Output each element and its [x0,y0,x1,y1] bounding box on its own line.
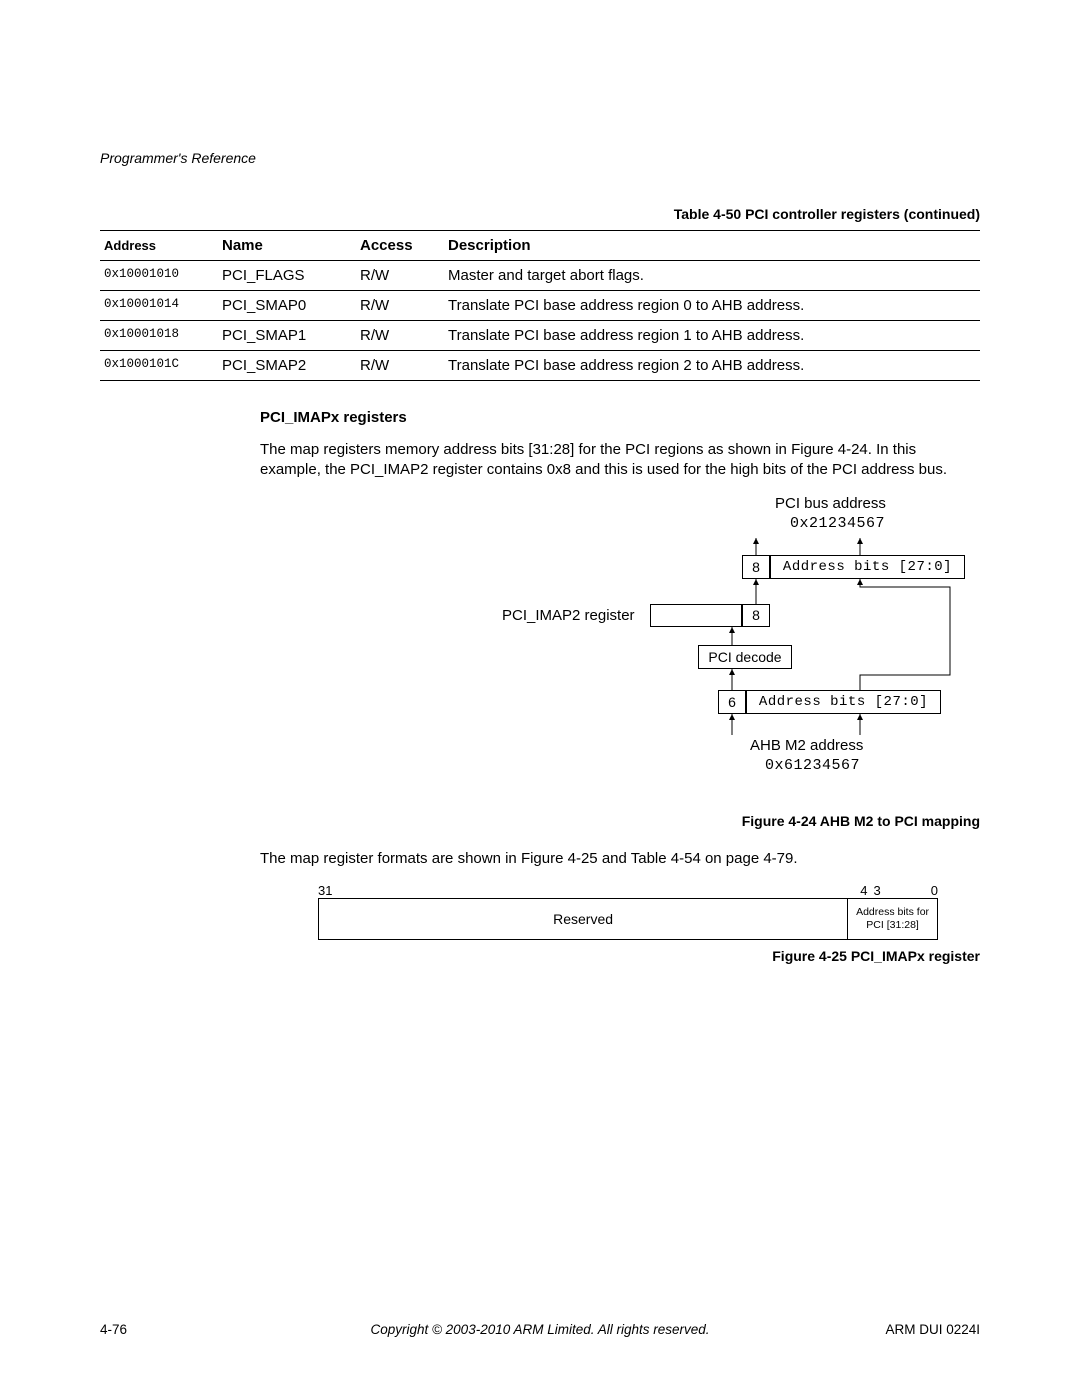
section-pci-imapx: PCI_IMAPx registers The map registers me… [260,409,980,964]
cell-address: 0x10001014 [100,291,218,321]
th-description: Description [444,231,980,261]
pci-imap2-value-box: 8 [742,604,770,627]
register-fields: Reserved Address bits for PCI [31:28] [318,898,938,940]
cell-access: R/W [356,351,444,381]
bit-ruler: 31 4 3 0 [318,883,938,898]
bit-label-4: 4 [860,883,867,898]
ahb-addr-bits-box: Address bits [27:0] [746,690,941,714]
table-row: 0x10001014 PCI_SMAP0 R/W Translate PCI b… [100,291,980,321]
table-row: 0x10001010 PCI_FLAGS R/W Master and targ… [100,261,980,291]
page-number: 4-76 [100,1322,127,1337]
bit-label-3: 3 [874,883,881,898]
pci-imap2-register-label: PCI_IMAP2 register [502,607,635,624]
ahb-m2-address-value: 0x61234567 [765,757,860,774]
cell-access: R/W [356,321,444,351]
pci-nibble-box: 8 [742,555,770,579]
cell-desc: Master and target abort flags. [444,261,980,291]
cell-desc: Translate PCI base address region 1 to A… [444,321,980,351]
table-row: 0x10001018 PCI_SMAP1 R/W Translate PCI b… [100,321,980,351]
paragraph: The map register formats are shown in Fi… [260,849,980,869]
field-reserved: Reserved [319,899,848,939]
field-address-bits: Address bits for PCI [31:28] [848,899,937,939]
cell-address: 0x1000101C [100,351,218,381]
ahb-nibble-box: 6 [718,690,746,714]
cell-desc: Translate PCI base address region 2 to A… [444,351,980,381]
section-heading: PCI_IMAPx registers [260,409,980,426]
figure-4-24: PCI bus address 0x21234567 8 Address bit… [420,495,980,805]
figure-4-24-caption: Figure 4-24 AHB M2 to PCI mapping [260,813,980,829]
ahb-m2-address-label: AHB M2 address [750,737,863,754]
register-table: Address Name Access Description 0x100010… [100,230,980,381]
page: Programmer's Reference Table 4-50 PCI co… [0,0,1080,1397]
pci-bus-address-value: 0x21234567 [790,515,885,532]
bit-label-0: 0 [931,883,938,898]
table-header-row: Address Name Access Description [100,231,980,261]
cell-name: PCI_SMAP2 [218,351,356,381]
pci-imap2-register-box [650,604,742,627]
paragraph: The map registers memory address bits [3… [260,440,980,481]
th-address: Address [100,231,218,261]
cell-desc: Translate PCI base address region 0 to A… [444,291,980,321]
copyright: Copyright © 2003-2010 ARM Limited. All r… [370,1322,709,1337]
pci-decode-box: PCI decode [698,645,792,669]
cell-name: PCI_FLAGS [218,261,356,291]
th-access: Access [356,231,444,261]
cell-access: R/W [356,261,444,291]
running-head: Programmer's Reference [100,150,980,166]
table-row: 0x1000101C PCI_SMAP2 R/W Translate PCI b… [100,351,980,381]
th-name: Name [218,231,356,261]
page-footer: 4-76 Copyright © 2003-2010 ARM Limited. … [100,1322,980,1337]
cell-access: R/W [356,291,444,321]
figure-4-25: 31 4 3 0 Reserved Address bits for PCI [… [318,883,938,940]
table-caption: Table 4-50 PCI controller registers (con… [100,206,980,222]
cell-address: 0x10001010 [100,261,218,291]
doc-id: ARM DUI 0224I [885,1322,980,1337]
figure-4-25-caption: Figure 4-25 PCI_IMAPx register [260,948,980,964]
pci-addr-bits-box: Address bits [27:0] [770,555,965,579]
cell-name: PCI_SMAP1 [218,321,356,351]
bit-label-31: 31 [318,883,332,898]
cell-name: PCI_SMAP0 [218,291,356,321]
cell-address: 0x10001018 [100,321,218,351]
pci-bus-address-label: PCI bus address [775,495,886,512]
